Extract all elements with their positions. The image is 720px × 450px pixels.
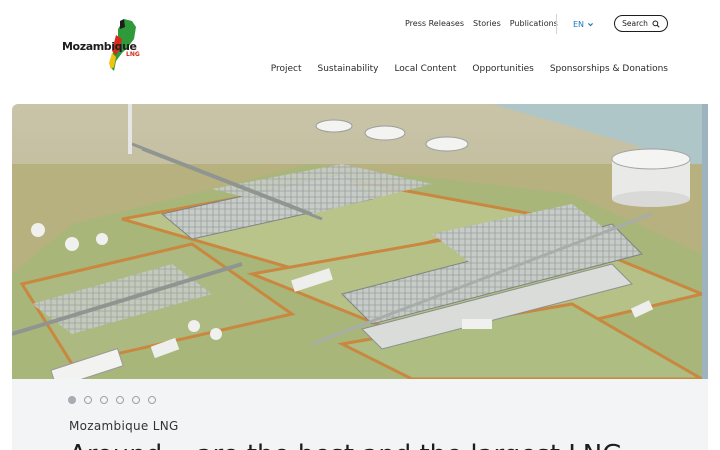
carousel-dot-5[interactable] xyxy=(132,396,140,404)
search-icon xyxy=(652,19,660,28)
header-divider xyxy=(556,14,557,34)
nav-stories[interactable]: Stories xyxy=(473,19,501,28)
carousel-headline[interactable]: Around… are the best and the largest LNG xyxy=(69,440,669,450)
carousel-dot-4[interactable] xyxy=(116,396,124,404)
carousel-dots xyxy=(68,396,156,404)
next-slide-peek[interactable] xyxy=(702,104,708,379)
language-selector[interactable]: EN xyxy=(573,20,594,29)
carousel-dot-3[interactable] xyxy=(100,396,108,404)
nav-local-content[interactable]: Local Content xyxy=(394,64,456,74)
carousel-dot-1[interactable] xyxy=(68,396,76,404)
nav-sponsorships-donations[interactable]: Sponsorships & Donations xyxy=(550,64,668,74)
hero-image xyxy=(12,104,708,379)
search-button[interactable]: Search xyxy=(614,15,668,32)
search-label: Search xyxy=(622,19,648,28)
nav-project[interactable]: Project xyxy=(271,64,302,74)
nav-press-releases[interactable]: Press Releases xyxy=(405,19,464,28)
utility-nav: Press Releases Stories Publications xyxy=(405,19,558,28)
nav-publications[interactable]: Publications xyxy=(510,19,558,28)
language-label: EN xyxy=(573,20,585,29)
main-nav: Project Sustainability Local Content Opp… xyxy=(271,64,668,74)
carousel-kicker: Mozambique LNG xyxy=(69,419,179,433)
brand-sub: LNG xyxy=(126,51,140,58)
carousel-dot-2[interactable] xyxy=(84,396,92,404)
nav-opportunities[interactable]: Opportunities xyxy=(472,64,533,74)
nav-sustainability[interactable]: Sustainability xyxy=(317,64,378,74)
carousel-dot-6[interactable] xyxy=(148,396,156,404)
chevron-down-icon xyxy=(588,23,594,27)
